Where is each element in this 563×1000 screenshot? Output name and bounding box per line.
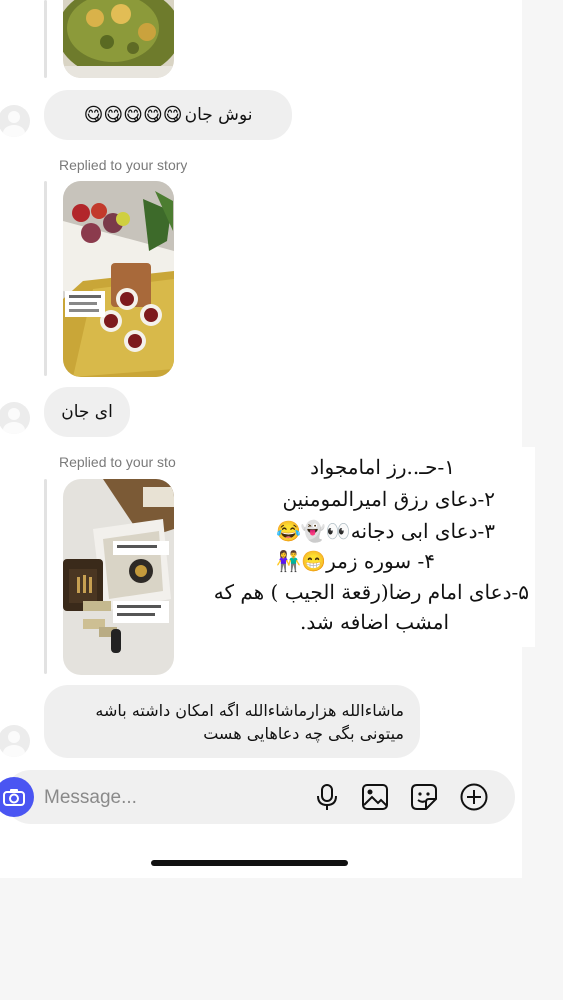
overlay-line: ۱-حـ..رز امامجواد (310, 455, 455, 479)
message-bubble[interactable]: ای جان (44, 387, 130, 437)
gallery-icon[interactable] (360, 782, 390, 812)
avatar[interactable] (0, 725, 30, 757)
sticker-icon[interactable] (409, 782, 439, 812)
prayer-list-overlay: ۱-حـ..رز امامجواد ۲-دعای رزق امیرالمومنی… (190, 447, 535, 647)
message-text-line: ماشاءالله هزارماشاءالله اگه امکان داشته … (95, 700, 404, 720)
avatar[interactable] (0, 105, 30, 137)
message-bubble[interactable]: ماشاءالله هزارماشاءالله اگه امکان داشته … (44, 685, 420, 758)
microphone-icon[interactable] (312, 782, 342, 812)
story-reply-line (44, 0, 47, 78)
overlay-line: ۵-دعای امام رضا(رقعة الجيب ) هم که (213, 580, 529, 604)
replied-to-story-label: Replied to your sto (59, 454, 176, 470)
overlay-line: ۳-دعای ابی دجانه👀👻😂 (276, 519, 495, 543)
camera-icon (3, 789, 25, 806)
avatar[interactable] (0, 402, 30, 434)
story-thumbnail-food[interactable] (63, 0, 174, 78)
message-bubble[interactable]: نوش جان 😋😋😋😋😋 (44, 90, 292, 140)
add-icon[interactable] (459, 782, 489, 812)
message-text-line: میتونی بگی چه دعاهایی هست (203, 723, 404, 743)
overlay-line: امشب اضافه شد. (300, 610, 449, 634)
emoji-row: 😋😋😋😋😋 (83, 104, 183, 126)
story-thumbnail-prayer-items[interactable] (63, 479, 174, 675)
story-reply-line (44, 181, 47, 376)
message-input[interactable] (44, 785, 244, 811)
overlay-line: ۴- سوره زمر😁👫 (276, 549, 435, 573)
message-text: ای جان (61, 402, 113, 422)
overlay-line: ۲-دعای رزق امیرالمومنین (282, 487, 495, 511)
story-thumbnail-tea-tray[interactable] (63, 181, 174, 377)
message-text: نوش جان (184, 105, 253, 125)
home-indicator (151, 860, 348, 866)
replied-to-story-label: Replied to your story (59, 157, 188, 173)
chat-screen: نوش جان 😋😋😋😋😋 Replied to your story ای ج… (0, 0, 522, 878)
story-reply-line (44, 479, 47, 674)
